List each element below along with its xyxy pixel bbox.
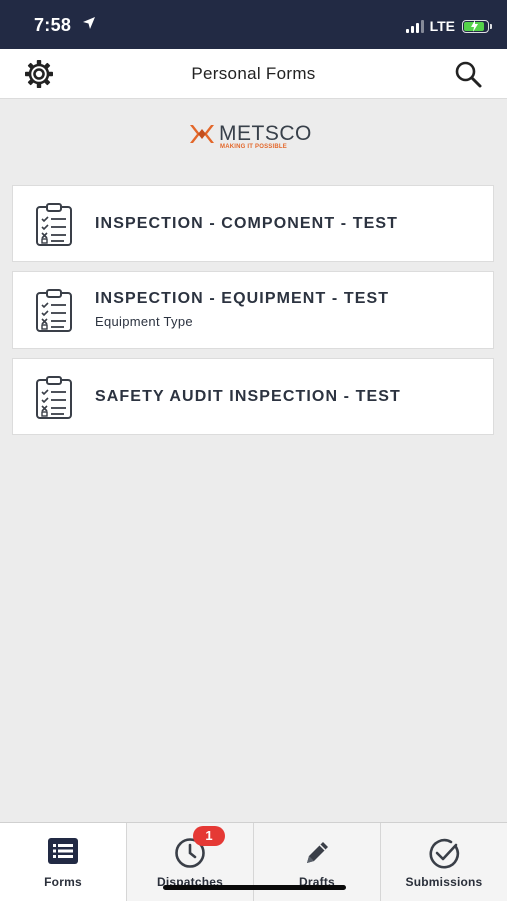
form-title: INSPECTION - COMPONENT - TEST	[95, 215, 399, 232]
home-indicator[interactable]	[163, 885, 346, 890]
dispatches-badge: 1	[193, 826, 225, 846]
app-header: Personal Forms	[0, 49, 507, 99]
check-circle-icon	[381, 837, 507, 869]
form-subtitle: Equipment Type	[95, 314, 193, 329]
search-icon[interactable]	[451, 59, 485, 89]
form-title: INSPECTION - EQUIPMENT - TEST	[95, 290, 390, 307]
page-title: Personal Forms	[191, 64, 316, 83]
clipboard-checklist-icon	[34, 289, 74, 338]
form-title: SAFETY AUDIT INSPECTION - TEST	[95, 388, 401, 405]
logo-tagline: MAKING IT POSSIBLE	[220, 144, 287, 150]
list-icon	[0, 837, 126, 869]
network-type: LTE	[429, 18, 455, 34]
company-logo: METSCO MAKING IT POSSIBLE	[189, 122, 329, 156]
signal-icon	[404, 19, 424, 33]
status-bar: 7:58 LTE	[0, 0, 507, 49]
battery-icon	[462, 19, 492, 33]
clipboard-checklist-icon	[34, 376, 74, 425]
location-arrow-icon	[82, 16, 96, 35]
status-time: 7:58	[34, 15, 72, 35]
clipboard-checklist-icon	[34, 203, 74, 252]
form-item-safety-audit[interactable]: SAFETY AUDIT INSPECTION - TEST	[12, 358, 494, 435]
form-item-inspection-component[interactable]: INSPECTION - COMPONENT - TEST	[12, 185, 494, 262]
form-item-inspection-equipment[interactable]: INSPECTION - EQUIPMENT - TEST Equipment …	[12, 271, 494, 349]
clock-icon	[127, 837, 253, 869]
tab-label: Forms	[44, 875, 82, 889]
tab-forms[interactable]: Forms	[0, 823, 127, 901]
status-indicators: LTE	[404, 17, 492, 35]
pencil-icon	[254, 837, 380, 869]
logo-mark-icon	[190, 125, 214, 143]
tab-submissions[interactable]: Submissions	[381, 823, 507, 901]
logo-name: METSCO	[219, 122, 312, 145]
tab-label: Submissions	[405, 875, 483, 889]
